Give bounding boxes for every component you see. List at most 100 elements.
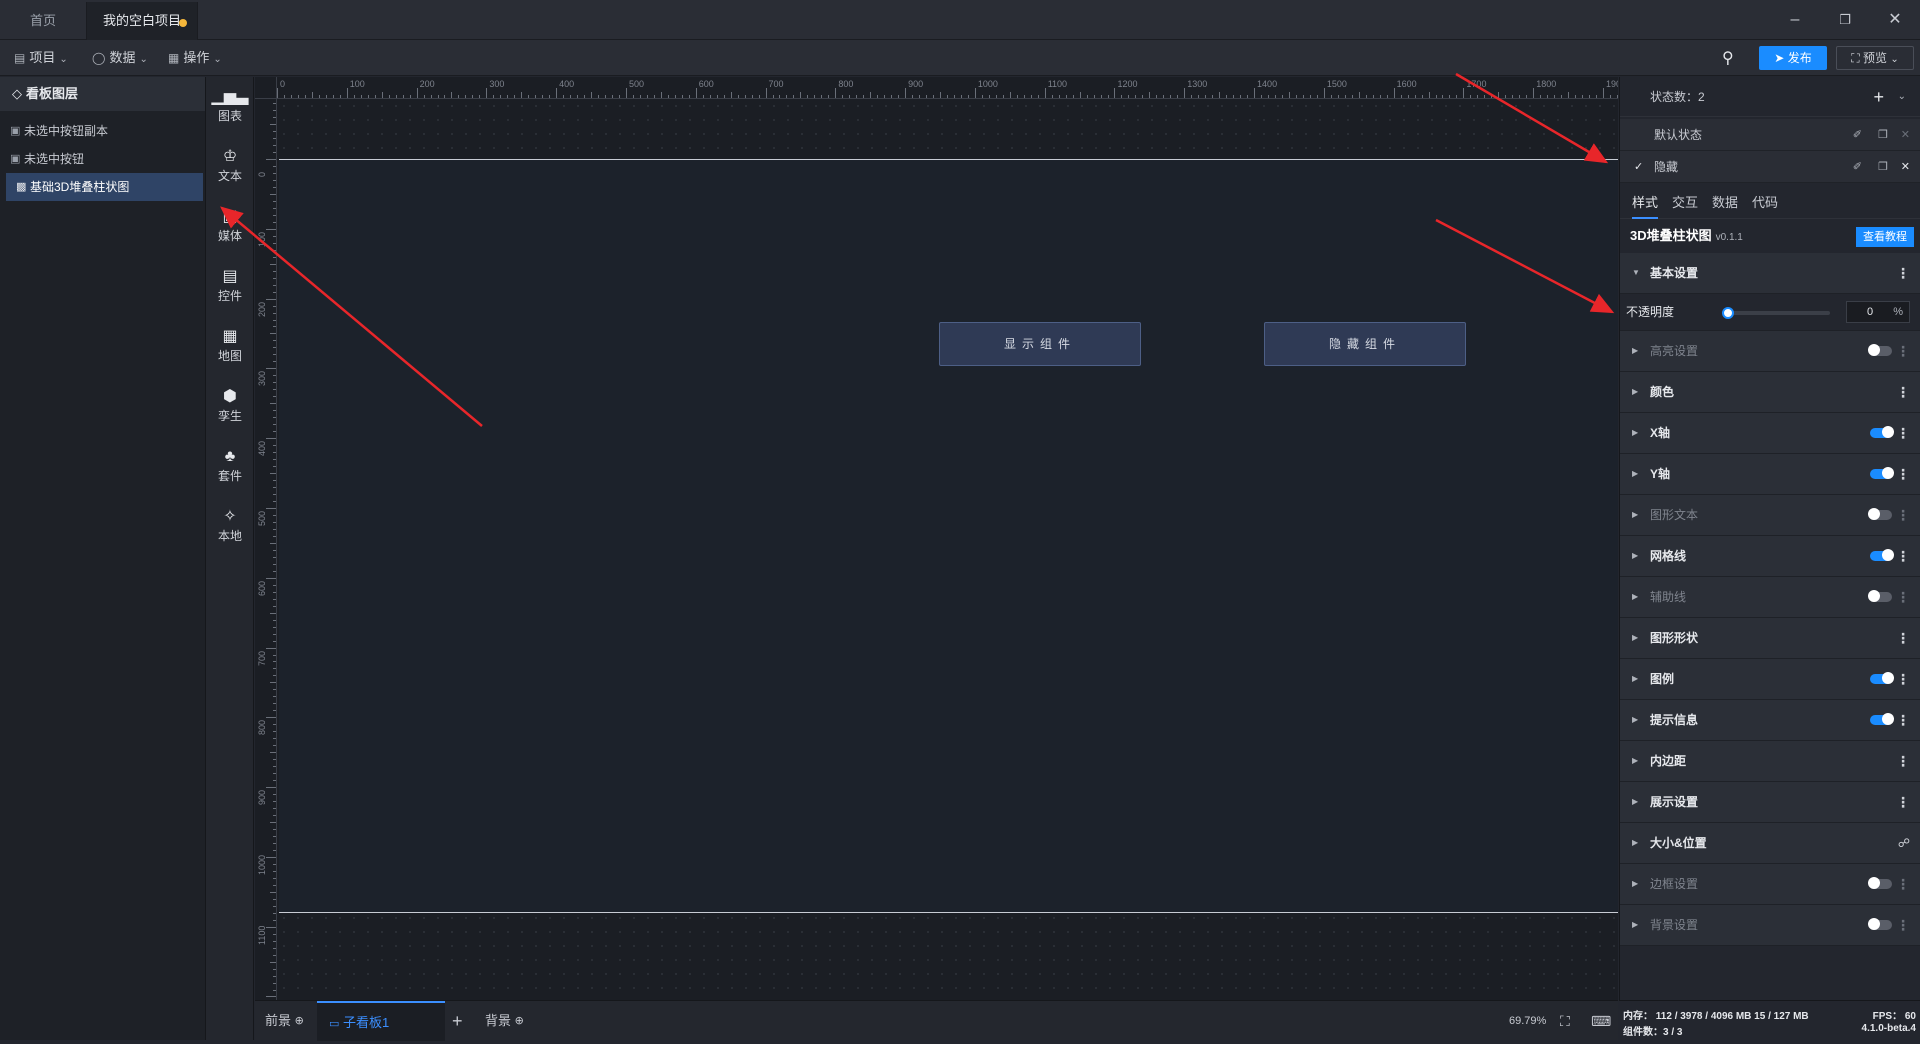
more-icon[interactable]: ⋮ xyxy=(1896,905,1910,945)
section-toggle[interactable] xyxy=(1868,344,1892,356)
more-icon[interactable]: ⋮ xyxy=(1896,454,1910,494)
tab-interaction[interactable]: 交互 xyxy=(1672,187,1698,219)
add-state-icon[interactable]: + xyxy=(1873,77,1884,117)
canvas-area[interactable]: 显示组件 隐藏组件 0 100 200 300 400 500 600 700 800 900 10… xyxy=(255,77,1618,1000)
ruler-vertical[interactable]: 0 100 200 300 400 500 600 700 800 900 1000 1100 xyxy=(255,77,277,1000)
section-item[interactable]: ▶ 图形形状 ⋮ xyxy=(1620,618,1920,659)
section-item[interactable]: ▶ Y轴 ⋮ xyxy=(1620,454,1920,495)
minimize-icon[interactable]: – xyxy=(1770,0,1820,40)
section-toggle[interactable] xyxy=(1870,549,1894,561)
opacity-input[interactable]: 0 % xyxy=(1846,301,1910,323)
close-icon[interactable]: ✕ xyxy=(1870,0,1920,40)
rail-item-kit[interactable]: ♣ 套件 xyxy=(206,447,254,484)
state-row-hidden[interactable]: ✓ 隐藏 ✐ ❐ ✕ xyxy=(1620,151,1920,183)
section-item[interactable]: ▶ 背景设置 ⋮ xyxy=(1620,905,1920,946)
tab-code[interactable]: 代码 xyxy=(1752,187,1778,219)
tab-style[interactable]: 样式 xyxy=(1632,187,1659,219)
rail-item-twin[interactable]: ⬢ 孪生 xyxy=(206,387,254,424)
tab-subboard[interactable]: ▭ 子看板1 xyxy=(317,1001,445,1041)
more-icon[interactable]: ⋮ xyxy=(1896,659,1910,699)
section-toggle[interactable] xyxy=(1870,467,1894,479)
opacity-slider[interactable] xyxy=(1722,307,1830,319)
section-item[interactable]: ▶ X轴 ⋮ xyxy=(1620,413,1920,454)
section-item[interactable]: ▶ 辅助线 ⋮ xyxy=(1620,577,1920,618)
ruler-horizontal[interactable]: 0 100 200 300 400 500 600 700 800 900 1000 1100 1200… xyxy=(255,77,1618,99)
rail-item-text[interactable]: ♔ 文本 xyxy=(206,147,254,184)
section-basic-settings[interactable]: ▼ 基本设置 ⋮ xyxy=(1620,253,1920,294)
add-circle-icon[interactable]: ⊕ xyxy=(515,1015,524,1027)
section-toggle[interactable] xyxy=(1868,508,1892,520)
more-icon[interactable]: ⋮ xyxy=(1896,782,1910,822)
tab-data[interactable]: 数据 xyxy=(1712,187,1738,219)
menu-project[interactable]: ▤ 项目 ⌄ xyxy=(14,40,68,76)
section-toggle[interactable] xyxy=(1868,918,1892,930)
search-icon[interactable]: ⚲ xyxy=(1722,48,1734,68)
tab-foreground-label: 前景 xyxy=(265,1013,292,1028)
more-icon[interactable]: ⋮ xyxy=(1896,253,1910,293)
more-icon[interactable]: ⋮ xyxy=(1896,618,1910,658)
zoom-level[interactable]: 69.79% xyxy=(1509,1001,1546,1041)
layer-item-selected[interactable]: ▩ 基础3D堆叠柱状图 xyxy=(6,173,203,201)
state-row-default[interactable]: 默认状态 ✐ ❐ ✕ xyxy=(1620,119,1920,151)
section-toggle[interactable] xyxy=(1870,713,1894,725)
show-component-button[interactable]: 显示组件 xyxy=(939,322,1141,366)
menu-ops[interactable]: ▦ 操作 ⌄ xyxy=(168,40,222,76)
section-item[interactable]: ▶ 颜色 ⋮ xyxy=(1620,372,1920,413)
layer-item[interactable]: ▣ 未选中按钮副本 xyxy=(0,117,205,145)
rail-item-map[interactable]: ▦ 地图 xyxy=(206,327,254,364)
publish-button[interactable]: ➤ 发布 xyxy=(1759,46,1827,70)
delete-icon[interactable]: ✕ xyxy=(1901,151,1910,183)
more-icon[interactable]: ⋮ xyxy=(1896,741,1910,781)
section-toggle[interactable] xyxy=(1868,877,1892,889)
add-circle-icon[interactable]: ⊕ xyxy=(295,1015,304,1027)
view-tutorial-button[interactable]: 查看教程 xyxy=(1856,227,1914,247)
fit-screen-icon[interactable]: ⛶ xyxy=(1560,1001,1570,1041)
more-icon[interactable]: ⋮ xyxy=(1896,413,1910,453)
more-icon[interactable]: ⋮ xyxy=(1896,536,1910,576)
copy-icon[interactable]: ❐ xyxy=(1878,151,1888,183)
more-icon[interactable]: ⋮ xyxy=(1896,372,1910,412)
edit-icon[interactable]: ✐ xyxy=(1853,151,1862,183)
section-toggle[interactable] xyxy=(1870,672,1894,684)
chevron-down-icon[interactable]: ⌄ xyxy=(1898,77,1906,117)
restore-icon[interactable]: ❐ xyxy=(1820,0,1870,40)
more-icon[interactable]: ⋮ xyxy=(1896,495,1910,535)
section-item[interactable]: ▶ 图例 ⋮ xyxy=(1620,659,1920,700)
more-icon[interactable]: ⋮ xyxy=(1896,864,1910,904)
copy-icon[interactable]: ❐ xyxy=(1878,119,1888,151)
ruler-tick xyxy=(360,95,362,98)
section-item[interactable]: ▶ 图形文本 ⋮ xyxy=(1620,495,1920,536)
section-item[interactable]: ▶ 边框设置 ⋮ xyxy=(1620,864,1920,905)
tab-background[interactable]: 背景 ⊕ xyxy=(485,1001,524,1041)
section-item[interactable]: ▶ 内边距 ⋮ xyxy=(1620,741,1920,782)
more-icon[interactable]: ⋮ xyxy=(1896,577,1910,617)
tab-project[interactable]: 我的空白项目 xyxy=(86,2,198,40)
opacity-slider-handle[interactable] xyxy=(1722,307,1734,319)
section-item[interactable]: ▶ 网格线 ⋮ xyxy=(1620,536,1920,577)
tab-home[interactable]: 首页 xyxy=(0,2,86,40)
more-icon[interactable]: ⋮ xyxy=(1896,331,1910,371)
rail-item-widget[interactable]: ▤ 控件 xyxy=(206,267,254,304)
add-board-icon[interactable]: + xyxy=(452,1001,463,1041)
more-icon[interactable]: ⋮ xyxy=(1896,700,1910,740)
preview-button[interactable]: ⛶ 预览 ⌄ xyxy=(1836,46,1914,70)
layer-item[interactable]: ▣ 未选中按钮 xyxy=(0,145,205,173)
section-toggle[interactable] xyxy=(1868,590,1892,602)
rail-item-media[interactable]: ▣ 媒体 xyxy=(206,207,254,244)
lock-icon[interactable]: ☍ xyxy=(1898,823,1910,863)
section-toggle[interactable] xyxy=(1870,426,1894,438)
rail-item-chart[interactable]: ▁▅▃ 图表 xyxy=(206,87,254,124)
edit-icon[interactable]: ✐ xyxy=(1853,119,1862,151)
rail-item-local[interactable]: ✧ 本地 xyxy=(206,507,254,544)
section-item[interactable]: ▶ 高亮设置 ⋮ xyxy=(1620,331,1920,372)
tab-foreground[interactable]: 前景 ⊕ xyxy=(265,1001,304,1041)
delete-icon[interactable]: ✕ xyxy=(1901,119,1910,151)
section-item[interactable]: ▶ 提示信息 ⋮ xyxy=(1620,700,1920,741)
dashboard-board[interactable]: 显示组件 隐藏组件 xyxy=(279,159,1618,913)
keyboard-icon[interactable]: ⌨ xyxy=(1591,1001,1611,1041)
section-item[interactable]: ▶ 大小&位置 ☍ xyxy=(1620,823,1920,864)
menu-data[interactable]: ◯ 数据 ⌄ xyxy=(92,40,148,76)
hide-component-button[interactable]: 隐藏组件 xyxy=(1264,322,1466,366)
ruler-label: 600 xyxy=(257,580,267,596)
section-item[interactable]: ▶ 展示设置 ⋮ xyxy=(1620,782,1920,823)
